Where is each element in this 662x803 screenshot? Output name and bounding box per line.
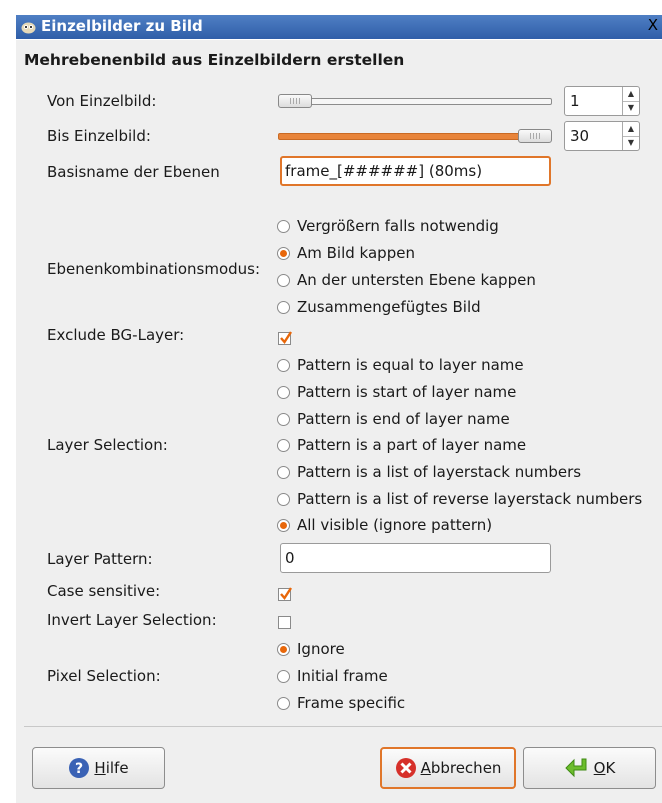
- to-frame-slider-handle[interactable]: [518, 129, 552, 143]
- layer-selection-option[interactable]: Pattern is start of layer name: [277, 383, 516, 401]
- radio-icon[interactable]: [277, 438, 290, 452]
- combine-mode-option[interactable]: Vergrößern falls notwendig: [277, 217, 499, 235]
- radio-selected-icon[interactable]: [277, 642, 290, 656]
- case-sensitive-checkbox[interactable]: [278, 587, 293, 601]
- from-frame-slider[interactable]: [278, 98, 552, 105]
- radio-icon[interactable]: [277, 696, 290, 710]
- spin-down-icon[interactable]: ▼: [623, 101, 639, 115]
- pixel-selection-option[interactable]: Frame specific: [277, 694, 405, 712]
- layer-selection-option[interactable]: Pattern is a part of layer name: [277, 436, 526, 454]
- spin-up-icon[interactable]: ▲: [623, 122, 639, 137]
- from-frame-label: Von Einzelbild:: [47, 92, 157, 110]
- pixel-selection-option[interactable]: Ignore: [277, 640, 345, 658]
- layer-selection-label: Layer Selection:: [47, 436, 168, 454]
- radio-icon[interactable]: [277, 358, 290, 372]
- enter-arrow-icon: [564, 757, 590, 779]
- cancel-button[interactable]: Abbrechen: [380, 747, 516, 789]
- button-separator: [24, 726, 662, 727]
- pixel-selection-label: Pixel Selection:: [47, 667, 161, 685]
- combine-mode-option[interactable]: Am Bild kappen: [277, 244, 415, 262]
- app-icon: [21, 20, 36, 34]
- dialog-header: Mehrebenenbild aus Einzelbildern erstell…: [24, 51, 405, 69]
- layer-selection-option[interactable]: Pattern is a list of layerstack numbers: [277, 463, 581, 481]
- invert-selection-label: Invert Layer Selection:: [47, 611, 217, 629]
- radio-icon[interactable]: [277, 669, 290, 683]
- help-button[interactable]: ? Hilfe: [32, 747, 165, 789]
- basename-label: Basisname der Ebenen: [47, 163, 220, 181]
- exclude-bg-checkbox[interactable]: [278, 331, 293, 345]
- from-frame-spinbox[interactable]: 1 ▲ ▼: [564, 86, 640, 116]
- exclude-bg-label: Exclude BG-Layer:: [47, 326, 185, 344]
- radio-icon[interactable]: [277, 300, 290, 314]
- ok-button[interactable]: OK: [523, 747, 656, 789]
- radio-icon[interactable]: [277, 465, 290, 479]
- radio-icon[interactable]: [277, 385, 290, 399]
- invert-selection-checkbox[interactable]: [278, 616, 291, 629]
- radio-icon[interactable]: [277, 492, 290, 506]
- layer-selection-option[interactable]: Pattern is end of layer name: [277, 410, 510, 428]
- to-frame-label: Bis Einzelbild:: [47, 127, 151, 145]
- to-frame-value: 30: [570, 127, 590, 145]
- basename-input[interactable]: frame_[######] (80ms): [280, 156, 551, 186]
- radio-icon[interactable]: [277, 273, 290, 287]
- dialog-body: Mehrebenenbild aus Einzelbildern erstell…: [16, 40, 662, 803]
- window-titlebar[interactable]: Einzelbilder zu Bild X: [16, 15, 662, 39]
- from-frame-slider-handle[interactable]: [278, 94, 312, 108]
- help-icon: ?: [68, 757, 90, 779]
- to-frame-slider[interactable]: [278, 133, 530, 140]
- layer-selection-option[interactable]: Pattern is equal to layer name: [277, 356, 524, 374]
- radio-icon[interactable]: [277, 219, 290, 233]
- case-sensitive-label: Case sensitive:: [47, 582, 161, 600]
- from-frame-value: 1: [570, 92, 580, 110]
- layer-pattern-label: Layer Pattern:: [47, 550, 153, 568]
- window-title: Einzelbilder zu Bild: [41, 17, 203, 35]
- pixel-selection-option[interactable]: Initial frame: [277, 667, 388, 685]
- combine-mode-option[interactable]: An der untersten Ebene kappen: [277, 271, 536, 289]
- layer-selection-option[interactable]: Pattern is a list of reverse layerstack …: [277, 490, 642, 508]
- combine-mode-label: Ebenenkombinationsmodus:: [47, 260, 261, 278]
- radio-selected-icon[interactable]: [277, 246, 290, 260]
- combine-mode-option[interactable]: Zusammengefügtes Bild: [277, 298, 481, 316]
- close-icon[interactable]: X: [648, 16, 658, 34]
- layer-pattern-input[interactable]: 0: [280, 543, 551, 573]
- checkmark-icon: [280, 331, 293, 344]
- cancel-icon: [395, 757, 417, 779]
- spin-up-icon[interactable]: ▲: [623, 87, 639, 102]
- radio-icon[interactable]: [277, 412, 290, 426]
- checkmark-icon: [280, 587, 293, 600]
- spin-down-icon[interactable]: ▼: [623, 136, 639, 150]
- radio-selected-icon[interactable]: [277, 518, 290, 532]
- to-frame-spinbox[interactable]: 30 ▲ ▼: [564, 121, 640, 151]
- svg-text:?: ?: [75, 761, 83, 777]
- layer-selection-option[interactable]: All visible (ignore pattern): [277, 516, 492, 534]
